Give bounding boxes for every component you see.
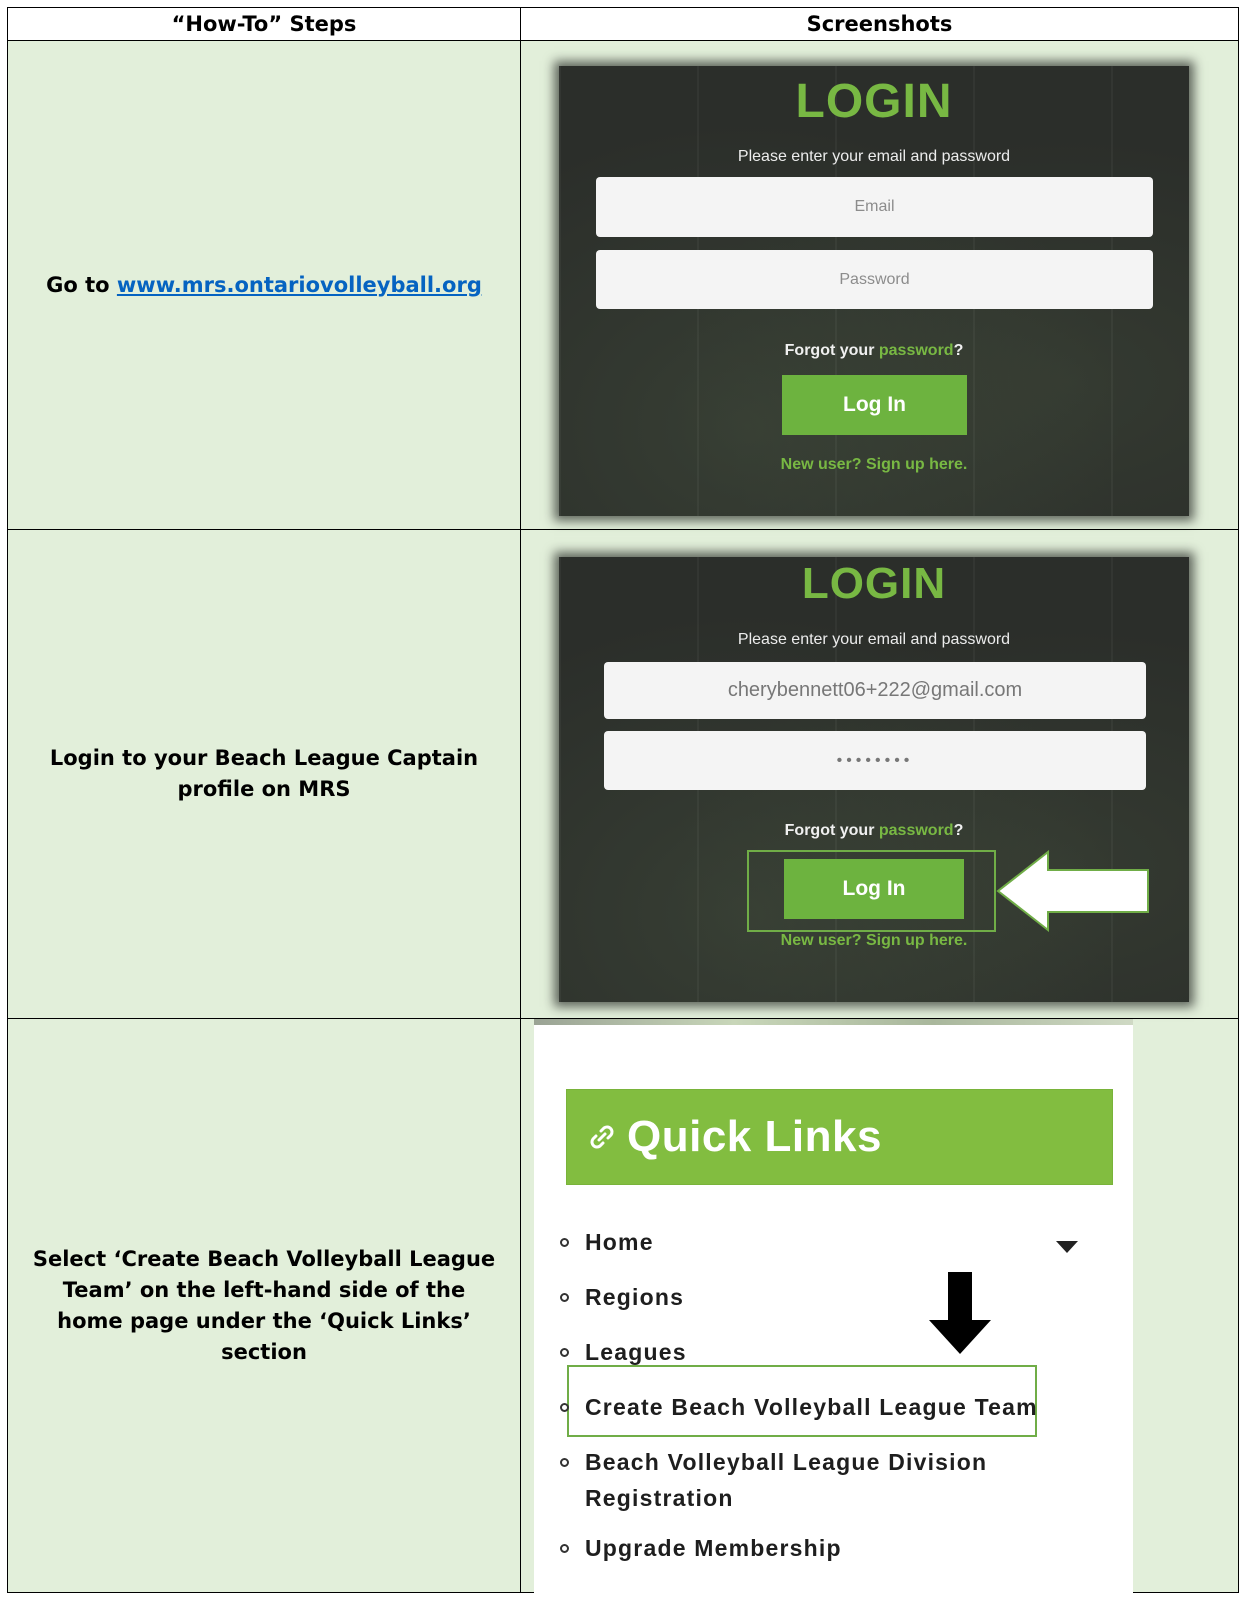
quick-link-division-registration[interactable]: Beach Volleyball League Division Registr…: [554, 1444, 1038, 1516]
chevron-down-icon[interactable]: [1056, 1241, 1078, 1253]
header-photo-strip: [534, 1019, 1133, 1025]
step-prefix: Go to: [46, 272, 110, 297]
mrs-website-link[interactable]: www.mrs.ontariovolleyball.org: [117, 270, 482, 301]
header-screenshots: Screenshots: [806, 12, 953, 36]
email-field[interactable]: cherybennett06+222@gmail.com: [604, 662, 1146, 719]
quick-link-label: Leagues: [585, 1339, 687, 1365]
quick-link-label: Home: [585, 1229, 654, 1255]
password-field[interactable]: ••••••••: [604, 731, 1146, 790]
bullet-icon: [560, 1544, 569, 1553]
password-link[interactable]: password: [879, 822, 954, 839]
quick-link-home[interactable]: Home: [554, 1224, 1038, 1260]
bullet-icon: [560, 1293, 569, 1302]
quick-link-label: Beach Volleyball League Division Registr…: [585, 1449, 988, 1511]
password-field[interactable]: Password: [596, 250, 1153, 309]
quick-link-leagues[interactable]: Leagues: [554, 1334, 1038, 1370]
login-screenshot: LOGIN Please enter your email and passwo…: [559, 66, 1189, 516]
step-text: Go to www.mrs.ontariovolleyball.org: [8, 41, 521, 529]
login-button[interactable]: Log In: [784, 859, 964, 919]
forgot-suffix: ?: [953, 342, 964, 359]
quick-links-title: Quick Links: [627, 1112, 882, 1161]
login-title: LOGIN: [801, 559, 947, 608]
forgot-prefix: Forgot your: [784, 342, 879, 359]
forgot-password-text: Forgot your password?: [559, 822, 1189, 840]
quick-link-label: Create Beach Volleyball League Team: [585, 1394, 1038, 1420]
quick-link-label: Regions: [585, 1284, 685, 1310]
step-text: Select ‘Create Beach Volleyball League T…: [8, 1019, 521, 1592]
left-arrow-icon: [996, 850, 1149, 932]
link-icon: [590, 1125, 614, 1149]
password-link[interactable]: password: [879, 342, 954, 359]
table-row: Login to your Beach League Captain profi…: [7, 530, 1239, 1019]
table-row: Go to www.mrs.ontariovolleyball.org LOGI…: [7, 41, 1239, 530]
forgot-password-text: Forgot your password?: [559, 342, 1189, 360]
bullet-icon: [560, 1238, 569, 1247]
forgot-suffix: ?: [953, 822, 964, 839]
table-row: Select ‘Create Beach Volleyball League T…: [7, 1019, 1239, 1593]
quick-link-label: Upgrade Membership: [585, 1535, 842, 1561]
quick-links-banner: Quick Links: [566, 1089, 1113, 1185]
bullet-icon: [560, 1348, 569, 1357]
login-screenshot-filled: LOGIN Please enter your email and passwo…: [559, 557, 1189, 1002]
quick-link-regions[interactable]: Regions: [554, 1279, 1038, 1315]
header-steps: “How-To” Steps: [8, 8, 521, 40]
quick-links-list: Home Regions Leagues Create Beach Volley…: [554, 1224, 1038, 1585]
signup-link[interactable]: New user? Sign up here.: [559, 456, 1189, 474]
login-title: LOGIN: [795, 75, 953, 128]
signup-link[interactable]: New user? Sign up here.: [559, 932, 1189, 950]
table-header-row: “How-To” Steps Screenshots: [7, 7, 1239, 41]
bullet-icon: [560, 1403, 569, 1412]
quick-links-screenshot: Quick Links Home Regions Leagues Create …: [534, 1019, 1133, 1593]
quick-link-create-team[interactable]: Create Beach Volleyball League Team: [554, 1389, 1038, 1425]
bullet-icon: [560, 1458, 569, 1467]
login-button[interactable]: Log In: [782, 375, 967, 435]
screenshot-cell: LOGIN Please enter your email and passwo…: [521, 41, 1238, 529]
email-field[interactable]: Email: [596, 177, 1153, 237]
forgot-prefix: Forgot your: [784, 822, 879, 839]
screenshot-cell: Quick Links Home Regions Leagues Create …: [521, 1019, 1238, 1593]
quick-link-upgrade-membership[interactable]: Upgrade Membership: [554, 1530, 1038, 1566]
login-subtitle: Please enter your email and password: [737, 631, 1011, 648]
screenshot-cell: LOGIN Please enter your email and passwo…: [521, 530, 1238, 1018]
login-subtitle: Please enter your email and password: [737, 148, 1011, 165]
step-text: Login to your Beach League Captain profi…: [8, 530, 521, 1018]
how-to-table: “How-To” Steps Screenshots Go to www.mrs…: [7, 7, 1239, 1593]
